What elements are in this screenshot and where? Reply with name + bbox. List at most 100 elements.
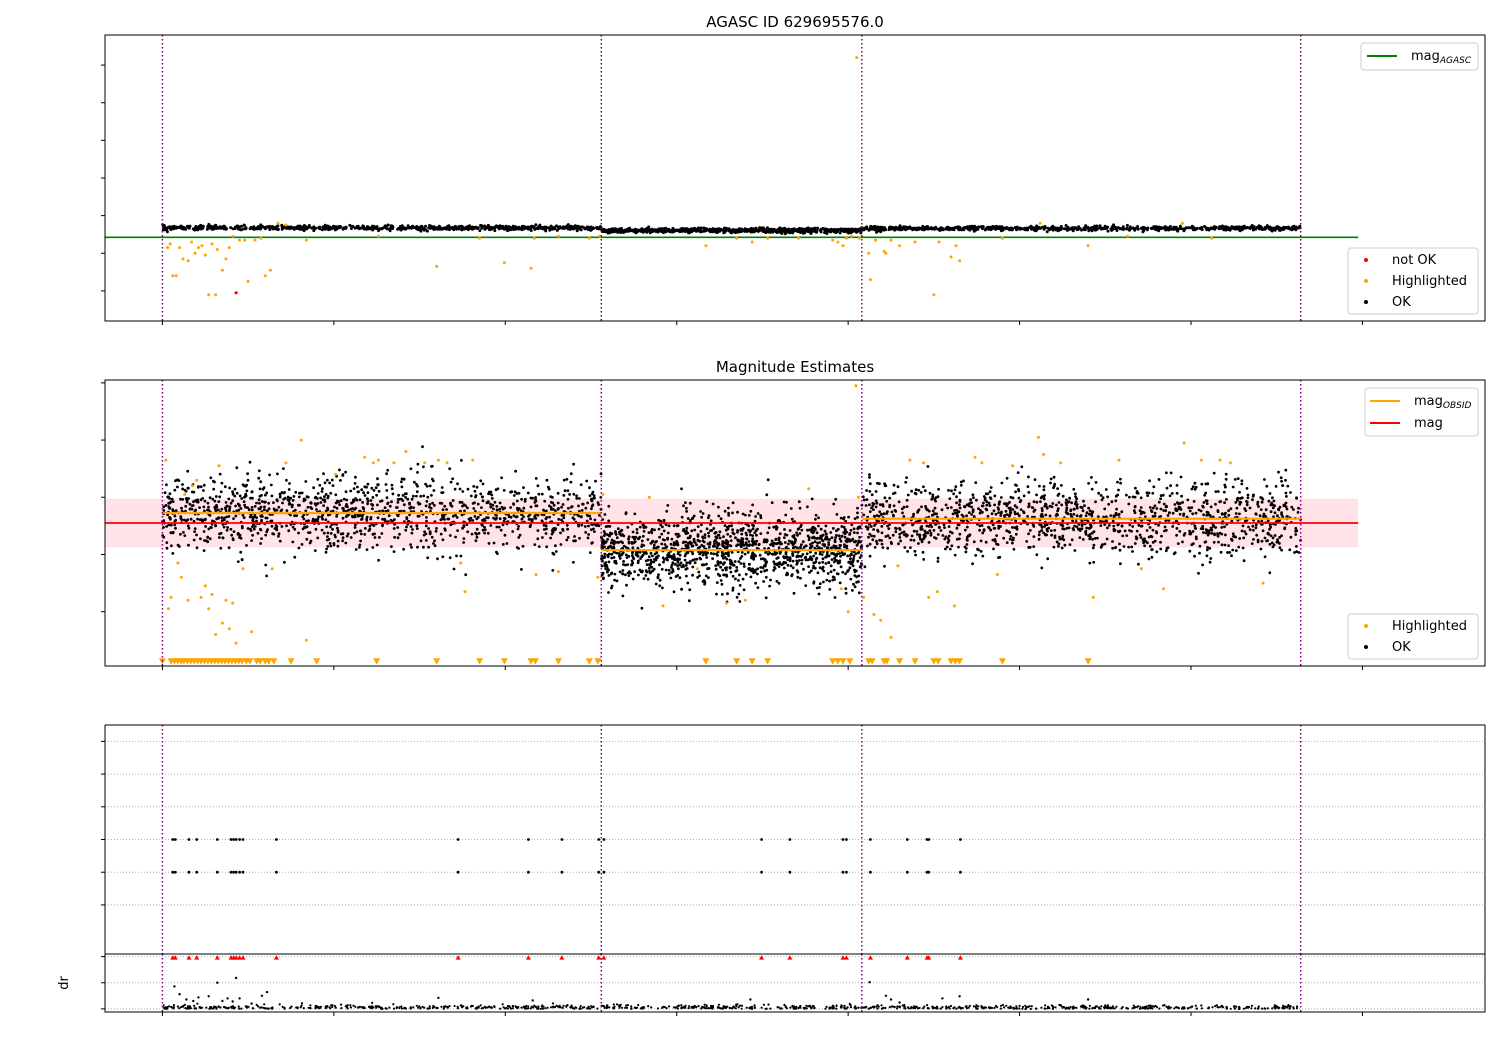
ok-point	[234, 514, 238, 518]
ok-point	[576, 224, 580, 228]
ok-point	[891, 226, 895, 230]
ok-point	[176, 485, 179, 489]
ok-point	[852, 527, 856, 531]
ok-point	[819, 227, 823, 231]
ok-point	[572, 226, 576, 230]
ok-point	[693, 558, 696, 561]
ok-point	[293, 508, 297, 512]
ok-point	[195, 546, 199, 550]
ok-point	[250, 490, 254, 494]
ok-point	[843, 535, 847, 539]
ok-point	[783, 541, 787, 544]
ok-point	[527, 518, 531, 521]
ok-point	[475, 532, 478, 536]
ok-point	[451, 499, 455, 502]
ok-point	[1084, 224, 1088, 228]
ok-point	[220, 481, 224, 485]
ok-point	[523, 226, 527, 230]
ok-point	[316, 502, 320, 505]
ok-point	[300, 543, 304, 546]
ok-point	[293, 555, 297, 559]
ok-point	[363, 494, 367, 497]
ok-point	[709, 529, 712, 532]
ok-point	[990, 512, 994, 516]
ok-point	[545, 478, 549, 482]
ok-point	[647, 566, 651, 570]
ok-point	[221, 536, 225, 540]
ok-point	[670, 557, 674, 560]
ok-point	[724, 556, 727, 559]
ok-point	[833, 540, 837, 544]
ok-point	[745, 533, 748, 537]
ok-point	[635, 531, 639, 535]
ok-point	[328, 542, 332, 545]
ok-point	[756, 512, 760, 515]
ok-point	[375, 227, 379, 231]
highlighted-point	[284, 223, 288, 227]
ok-point	[698, 556, 702, 560]
ok-point	[625, 583, 628, 587]
ok-point	[737, 579, 740, 582]
ok-point	[1050, 533, 1053, 537]
ok-point	[1213, 227, 1217, 231]
highlighted-point	[766, 236, 770, 240]
ok-point	[694, 229, 698, 233]
ok-point	[376, 503, 379, 507]
legend-agasc: magAGASC	[1360, 42, 1479, 71]
ok-point	[759, 557, 763, 561]
highlighted-point	[193, 251, 197, 255]
ok-point	[188, 507, 192, 511]
ok-point	[244, 505, 247, 509]
ok-point	[486, 531, 490, 535]
ok-point	[721, 568, 725, 572]
ok-point	[824, 524, 828, 528]
ok-point	[402, 477, 406, 481]
ok-point	[559, 531, 562, 535]
ok-point	[640, 569, 644, 573]
ok-point	[447, 517, 451, 521]
ok-point	[764, 596, 768, 600]
ok-point	[173, 488, 177, 492]
ok-point	[219, 531, 223, 535]
ok-point	[618, 554, 621, 558]
ok-point	[839, 544, 842, 547]
ok-point	[422, 465, 425, 469]
ok-point	[722, 535, 725, 539]
ok-point	[331, 484, 335, 487]
ok-point	[408, 501, 411, 505]
ok-point	[430, 493, 433, 497]
ok-point	[783, 231, 787, 235]
ok-point	[234, 504, 238, 508]
highlighted-point	[246, 280, 250, 283]
ok-point	[330, 478, 334, 482]
ok-point	[834, 536, 837, 539]
ok-point	[336, 499, 339, 503]
ok-point	[809, 546, 812, 549]
ok-point	[404, 495, 407, 499]
ok-point	[362, 507, 366, 511]
ok-point	[449, 503, 453, 507]
ok-point	[849, 557, 852, 561]
ok-point	[586, 536, 590, 540]
ok-point	[203, 499, 207, 503]
ok-point	[374, 486, 378, 490]
ok-point	[354, 548, 358, 551]
ok-point	[734, 536, 737, 540]
ok-point	[905, 476, 908, 479]
ok-point	[277, 505, 281, 509]
ok-point	[561, 503, 565, 506]
ok-point	[723, 524, 727, 527]
ok-point	[353, 523, 357, 527]
ok-point	[843, 227, 847, 231]
highlighted-point	[174, 274, 178, 278]
ok-point	[565, 224, 569, 228]
ok-point	[300, 491, 304, 495]
ok-point	[857, 591, 861, 595]
ok-point	[381, 523, 384, 527]
ok-point	[592, 496, 596, 500]
ok-point	[799, 554, 803, 558]
ok-point	[264, 533, 268, 537]
ok-point	[733, 560, 737, 563]
ok-point	[818, 561, 821, 565]
ok-point	[715, 592, 718, 596]
